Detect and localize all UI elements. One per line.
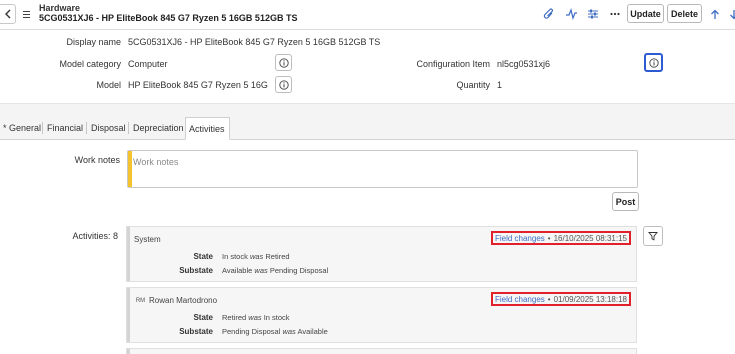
activity-meta-highlight: Field changes • 16/10/2025 08:31:15 [490,231,631,245]
activity-entry [126,348,637,354]
paperclip-icon[interactable] [541,6,557,22]
record-header: Hardware 5CG0531XJ6 - HP EliteBook 845 G… [0,0,735,30]
change-value: Retired was In stock [222,313,290,322]
configuration-item-value[interactable]: nl5cg0531xj6 [497,59,627,69]
work-notes-field[interactable]: Work notes [127,150,638,188]
activity-timestamp: 16/10/2025 08:31:15 [553,233,627,243]
model-category-value[interactable]: Computer [128,59,268,69]
tab-general[interactable]: * General [0,117,44,139]
post-button[interactable]: Post [612,192,639,211]
activity-author: Rowan Martodrono [149,296,218,305]
sliders-icon[interactable] [585,6,601,22]
change-field-label: Substate [179,266,213,275]
info-icon [278,57,289,68]
activity-icon[interactable] [563,6,579,22]
arrow-down-icon[interactable] [726,6,735,22]
menu-icon[interactable] [22,7,32,21]
model-category-label: Model category [59,59,121,69]
model-info-button[interactable] [275,76,292,93]
avatar: RM [135,297,146,304]
info-icon [278,79,289,90]
model-category-info-button[interactable] [275,54,292,71]
info-icon [648,57,659,68]
filter-icon [648,232,658,241]
chevron-left-icon [4,9,10,19]
change-value: In stock was Retired [222,252,290,261]
change-field-label: State [193,252,213,261]
tab-activities[interactable]: Activities [185,117,230,140]
tab-depreciation[interactable]: Depreciation [130,117,187,139]
quantity-value: 1 [497,80,503,90]
record-title: 5CG0531XJ6 - HP EliteBook 845 G7 Ryzen 5… [39,13,298,23]
tab-financial[interactable]: Financial [44,117,86,139]
activity-type: Field changes [494,233,545,243]
more-icon[interactable] [607,6,623,22]
tab-separator [42,122,43,134]
back-button[interactable] [0,4,16,24]
activity-type: Field changes [494,294,545,304]
activity-entry-bar [127,349,130,354]
configuration-item-label: Configuration Item [416,59,490,69]
model-label: Model [96,80,121,90]
tab-separator [128,122,129,134]
work-notes-indicator [128,151,132,187]
tab-disposal[interactable]: Disposal [88,117,129,139]
quantity-label: Quantity [456,80,490,90]
work-notes-label: Work notes [74,155,120,165]
change-field-label: State [193,313,213,322]
tab-separator [86,122,87,134]
activity-author: System [134,235,161,244]
record-type: Hardware [39,3,81,13]
activity-meta-separator: • [547,233,551,243]
arrow-up-icon[interactable] [707,6,723,22]
display-name-value: 5CG0531XJ6 - HP EliteBook 845 G7 Ryzen 5… [128,37,381,47]
activities-count-label: Activities: 8 [72,231,118,241]
activity-filter-button[interactable] [643,226,663,246]
model-value[interactable]: HP EliteBook 845 G7 Ryzen 5 16GB 5 [128,80,268,90]
change-value: Available was Pending Disposal [222,266,329,275]
change-value: Pending Disposal was Available [222,327,328,336]
activity-meta-separator: • [547,294,551,304]
change-field-label: Substate [179,327,213,336]
work-notes-placeholder: Work notes [133,157,179,167]
configuration-item-info-button[interactable] [644,53,663,72]
delete-button[interactable]: Delete [667,4,702,23]
activity-timestamp: 01/09/2025 13:18:18 [553,294,627,304]
update-button[interactable]: Update [627,4,664,23]
activity-meta-highlight: Field changes • 01/09/2025 13:18:18 [490,292,631,306]
display-name-label: Display name [66,37,121,47]
